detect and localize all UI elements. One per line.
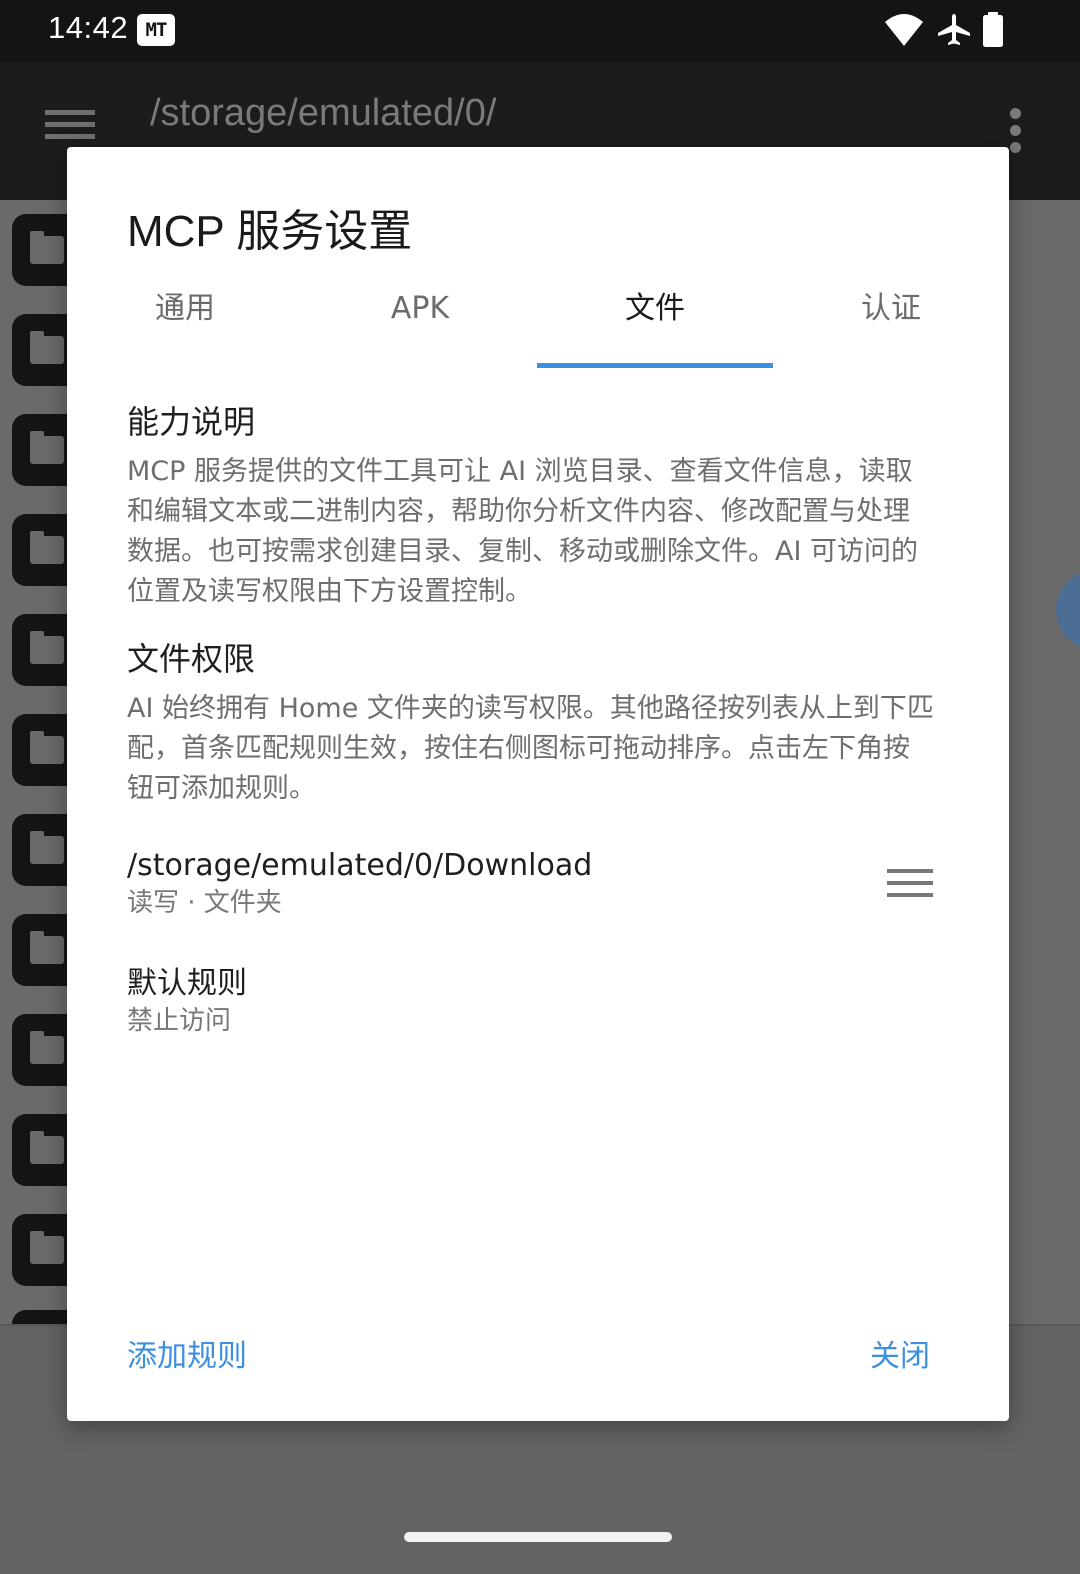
more-options-icon[interactable] [1010, 108, 1022, 159]
menu-icon[interactable] [45, 110, 95, 146]
tab-bar: 通用 APK 文件 认证 [67, 271, 1009, 367]
capability-line: 位置及读写权限由下方设置控制。 [127, 576, 532, 607]
tab-apk[interactable]: APK [302, 271, 538, 367]
capability-line: MCP 服务提供的文件工具可让 AI 浏览目录、查看文件信息，读取 [127, 456, 913, 487]
capability-description: MCP 服务提供的文件工具可让 AI 浏览目录、查看文件信息，读取 和编辑文本或… [127, 452, 957, 612]
status-bar: 14:42 MT [0, 0, 1080, 62]
battery-icon [983, 12, 1003, 47]
rule-meta: 读写 · 文件夹 [127, 888, 282, 918]
add-rule-button[interactable]: 添加规则 [127, 1331, 247, 1375]
tab-files[interactable]: 文件 [537, 271, 773, 367]
permissions-heading: 文件权限 [127, 640, 256, 678]
drag-handle-icon[interactable] [887, 869, 933, 903]
permissions-line: 钮可添加规则。 [127, 773, 316, 804]
tab-auth[interactable]: 认证 [773, 271, 1009, 367]
status-time: 14:42 [48, 10, 129, 45]
mt-notification-icon: MT [137, 14, 175, 46]
default-rule-title: 默认规则 [127, 966, 247, 1001]
permissions-line: AI 始终拥有 Home 文件夹的读写权限。其他路径按列表从上到下匹 [127, 693, 934, 724]
permissions-line: 配，首条匹配规则生效，按住右侧图标可拖动排序。点击左下角按 [127, 733, 910, 764]
capability-line: 数据。也可按需求创建目录、复制、移动或删除文件。AI 可访问的 [127, 536, 919, 567]
capability-line: 和编辑文本或二进制内容，帮助你分析文件内容、修改配置与处理 [127, 496, 910, 527]
mcp-settings-dialog: MCP 服务设置 通用 APK 文件 认证 能力说明 MCP 服务提供的文件工具… [67, 147, 1009, 1421]
gesture-navigation-bar[interactable] [404, 1532, 672, 1542]
permissions-description: AI 始终拥有 Home 文件夹的读写权限。其他路径按列表从上到下匹 配，首条匹… [127, 689, 957, 809]
tab-general[interactable]: 通用 [67, 271, 303, 367]
default-rule-item[interactable]: 默认规则 禁止访问 [127, 965, 957, 1039]
default-rule-meta: 禁止访问 [127, 1006, 232, 1036]
rule-path: /storage/emulated/0/Download [127, 848, 593, 883]
active-tab-indicator [537, 363, 773, 368]
airplane-icon [938, 14, 970, 45]
toolbar-path: /storage/emulated/0/ [150, 92, 497, 134]
rule-item[interactable]: /storage/emulated/0/Download 读写 · 文件夹 [127, 847, 957, 921]
close-button[interactable]: 关闭 [870, 1331, 930, 1375]
dialog-title: MCP 服务设置 [127, 207, 413, 256]
capability-heading: 能力说明 [127, 403, 256, 441]
screen: 14:42 MT /storage/emulated/0/ MCP 服务设置 通… [0, 0, 1080, 1574]
wifi-icon [885, 14, 923, 46]
